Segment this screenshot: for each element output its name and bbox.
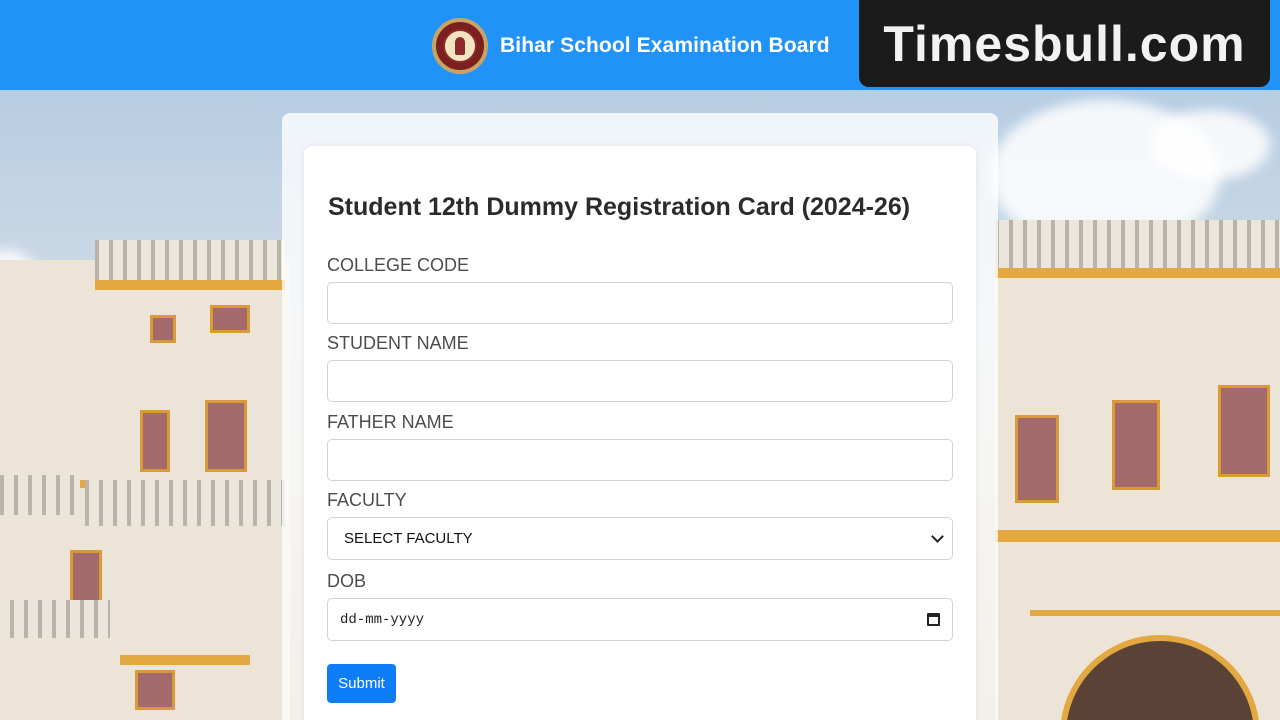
site-title: Bihar School Examination Board [500, 34, 830, 57]
watermark-badge: Timesbull.com [859, 0, 1270, 87]
father-name-label: FATHER NAME [327, 412, 454, 432]
student-name-label: STUDENT NAME [327, 333, 469, 353]
dob-date-input[interactable]: dd-mm-yyyy [327, 598, 953, 641]
faculty-label: FACULTY [327, 490, 407, 510]
dob-placeholder: dd-mm-yyyy [340, 611, 425, 628]
college-code-input[interactable] [327, 282, 953, 324]
brand: Bihar School Examination Board [432, 18, 830, 74]
faculty-select[interactable]: SELECT FACULTY [327, 517, 953, 560]
submit-button[interactable]: Submit [327, 664, 396, 703]
faculty-selected-value: SELECT FACULTY [344, 530, 473, 547]
father-name-input[interactable] [327, 439, 953, 481]
bseb-emblem-icon [432, 18, 488, 74]
chevron-down-icon [931, 529, 944, 543]
calendar-icon[interactable] [927, 613, 940, 626]
form-title: Student 12th Dummy Registration Card (20… [328, 193, 911, 221]
registration-form-card: Student 12th Dummy Registration Card (20… [304, 146, 976, 720]
college-code-label: COLLEGE CODE [327, 255, 470, 275]
dob-label: DOB [327, 571, 367, 591]
student-name-input[interactable] [327, 360, 953, 402]
